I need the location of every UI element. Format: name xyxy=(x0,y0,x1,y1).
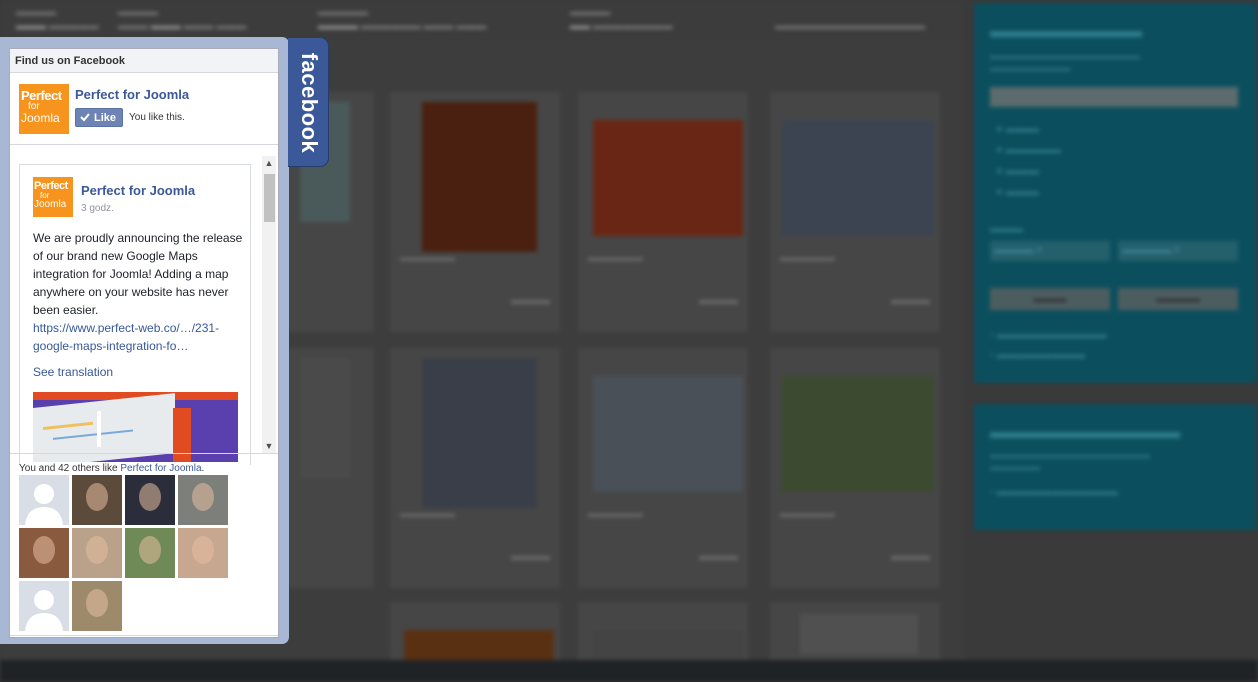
fan-avatar[interactable] xyxy=(178,528,228,578)
photo-card: ▬▬▬▬▬ ▬▬▬ xyxy=(578,92,748,332)
divider xyxy=(10,453,278,454)
default-avatar-icon xyxy=(25,484,63,525)
fan-avatar[interactable] xyxy=(19,475,69,525)
clear-button: ▬▬▬ xyxy=(990,288,1110,310)
toolbar-results: ▬▬▬▬ ▬▬▬ ▬▬▬▬▬ xyxy=(16,7,99,32)
photo-card xyxy=(390,602,560,670)
fan-avatar[interactable] xyxy=(178,475,228,525)
fan-avatar[interactable] xyxy=(72,581,122,631)
divider xyxy=(10,144,278,145)
photo-card: ▬▬▬▬▬ ▬▬▬ xyxy=(770,348,940,588)
divider xyxy=(10,635,278,636)
post-text: We are proudly announcing the release of… xyxy=(33,231,243,317)
map-preview xyxy=(33,393,175,462)
research-request-panel: ▬▬▬▬▬▬▬▬▬▬ ▬▬▬▬▬▬▬▬▬▬▬▬▬▬▬▬ ▬▬▬▬▬ › ▬▬▬▬▬… xyxy=(974,404,1256,530)
avatar-photo xyxy=(139,536,161,564)
fan-avatar[interactable] xyxy=(125,528,175,578)
fan-avatar[interactable] xyxy=(19,528,69,578)
research-request-title: ▬▬▬▬▬▬▬▬▬▬ xyxy=(990,422,1180,443)
facebook-likebox-panel: Find us on Facebook Perfect for Joomla P… xyxy=(0,37,289,644)
date-select: ▬▬▬▬▬ ▾ xyxy=(1118,241,1238,261)
facebook-tab-label: facebook xyxy=(297,52,322,154)
date-select: ▬▬▬▬ ▾ xyxy=(990,241,1110,261)
simple-search-title: ▬▬▬▬▬▬▬▬ xyxy=(990,21,1142,42)
date-label: ▬▬▬ xyxy=(990,223,1023,235)
fans-page-link[interactable]: Perfect for Joomla xyxy=(120,463,201,474)
toolbar-display: ▬▬▬▬ ▬▬▬ ▬▬▬ ▬▬▬ ▬▬▬ xyxy=(118,7,247,32)
post-scrollbar[interactable]: ▲ ▼ xyxy=(262,156,276,453)
avatar-photo xyxy=(192,536,214,564)
logo-word-3: Joomla xyxy=(21,111,60,125)
scroll-down-arrow-icon[interactable]: ▼ xyxy=(262,439,276,453)
map-road xyxy=(53,429,133,440)
post-author[interactable]: Perfect for Joomla xyxy=(81,183,195,198)
toolbar-sort: ▬▬▬▬▬ ▬▬▬▬ ▬▬▬▬▬▬ ▬▬▬ ▬▬▬ xyxy=(318,7,487,32)
logo-word-3: Joomla xyxy=(34,199,67,210)
likebox-header: Find us on Facebook xyxy=(10,49,278,73)
avatar-photo xyxy=(86,589,108,617)
timeline-post: Perfect for Joomla Perfect for Joomla 3 … xyxy=(19,164,251,465)
research-request-link: › ▬▬▬▬▬▬▬▬▬▬▬ xyxy=(990,486,1118,498)
avatar-photo xyxy=(192,483,214,511)
avatar-photo xyxy=(86,483,108,511)
post-body: We are proudly announcing the release of… xyxy=(33,229,243,355)
advanced-link: › ▬▬▬▬▬▬▬▬ xyxy=(990,349,1085,361)
photo-card xyxy=(770,602,940,662)
post-author-logo[interactable]: Perfect for Joomla xyxy=(33,177,73,217)
default-avatar-icon xyxy=(25,590,63,631)
map-road xyxy=(43,421,93,430)
avatar-photo xyxy=(86,536,108,564)
photo-card: ▬▬▬▬▬ ▬▬▬ xyxy=(578,348,748,588)
avatar-photo xyxy=(139,483,161,511)
fan-avatar[interactable] xyxy=(72,528,122,578)
like-status: You like this. xyxy=(129,112,185,123)
search-option: ● ▬▬▬ xyxy=(996,165,1039,177)
photo-card: ▬▬▬▬▬ ▬▬▬ xyxy=(390,348,560,588)
toolbar-pagination: ▬▬▬▬▬▬▬▬▬▬▬▬▬▬▬ xyxy=(775,21,925,32)
fans-summary: You and 42 others like Perfect for Jooml… xyxy=(19,463,204,474)
page-footer xyxy=(0,660,1258,682)
fan-avatar[interactable] xyxy=(125,475,175,525)
like-button[interactable]: Like xyxy=(75,108,123,127)
post-image[interactable] xyxy=(33,392,238,462)
post-timestamp[interactable]: 3 godz. xyxy=(81,203,114,214)
page-name-link[interactable]: Perfect for Joomla xyxy=(75,87,189,102)
simple-search-panel: ▬▬▬▬▬▬▬▬ ▬▬▬▬▬▬▬▬▬▬▬▬▬▬▬ ▬▬▬▬▬▬▬▬ ● ▬▬▬ ●… xyxy=(974,3,1256,383)
fans-text-suffix: . xyxy=(201,463,205,474)
page-logo[interactable]: Perfect for Joomla xyxy=(19,84,69,134)
logo-word-1: Perfect xyxy=(34,180,68,192)
map-road xyxy=(97,410,101,448)
photo-card xyxy=(578,602,748,670)
scrollbar-thumb[interactable] xyxy=(264,174,275,222)
research-request-hint: ▬▬▬▬▬▬▬▬▬▬▬▬▬▬▬▬ ▬▬▬▬▬ xyxy=(990,450,1150,473)
photo-card: ▬▬▬▬▬ ▬▬▬ xyxy=(390,92,560,332)
simple-search-hint: ▬▬▬▬▬▬▬▬▬▬▬▬▬▬▬ ▬▬▬▬▬▬▬▬ xyxy=(990,51,1140,74)
check-icon xyxy=(80,113,90,122)
fan-avatar[interactable] xyxy=(72,475,122,525)
scroll-up-arrow-icon[interactable]: ▲ xyxy=(262,156,276,170)
search-button: ▬▬▬▬ xyxy=(1118,288,1238,310)
toolbar-per-page: ▬▬▬▬ ▬▬ ▬▬▬▬▬▬▬▬ xyxy=(570,7,673,32)
photo-card: ▬▬▬▬▬ ▬▬▬ xyxy=(770,92,940,332)
facebook-tab[interactable]: facebook xyxy=(288,37,329,167)
facebook-likebox: Find us on Facebook Perfect for Joomla P… xyxy=(9,48,279,638)
gallery-toolbar: ▬▬▬▬ ▬▬▬ ▬▬▬▬▬ ▬▬▬▬ ▬▬▬ ▬▬▬ ▬▬▬ ▬▬▬ ▬▬▬▬▬ ▬… xyxy=(0,0,965,41)
avatar-photo xyxy=(33,536,55,564)
search-option: ● ▬▬▬ xyxy=(996,186,1039,198)
search-option: ● ▬▬▬ xyxy=(996,123,1039,135)
fans-count-text: You and 42 others like xyxy=(19,463,118,474)
logo-word-1: Perfect xyxy=(21,88,62,103)
post-link[interactable]: https://www.perfect-web.co/…/231-google-… xyxy=(33,321,219,353)
simple-search-input xyxy=(990,87,1238,107)
advanced-link: › ▬▬▬▬▬▬▬▬▬▬ xyxy=(990,329,1107,341)
like-button-label: Like xyxy=(94,112,117,124)
search-option: ● ▬▬▬▬▬ xyxy=(996,144,1061,156)
see-translation-link[interactable]: See translation xyxy=(33,365,113,379)
fan-avatar[interactable] xyxy=(19,581,69,631)
